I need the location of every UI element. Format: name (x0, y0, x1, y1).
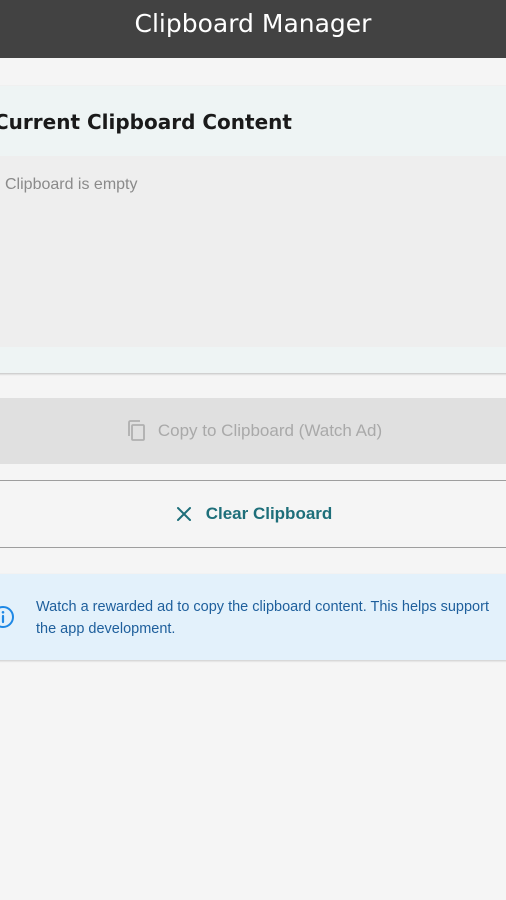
clipboard-content-area: Clipboard is empty (0, 156, 506, 347)
close-icon (176, 506, 192, 522)
clipboard-content-text: Clipboard is empty (5, 176, 138, 193)
info-banner-text: Watch a rewarded ad to copy the clipboar… (36, 599, 489, 637)
card-title: Current Clipboard Content (0, 110, 292, 134)
copy-button-label: Copy to Clipboard (Watch Ad) (157, 421, 383, 440)
app-title: Clipboard Manager (134, 8, 372, 38)
app-bar: Clipboard Manager (0, 0, 506, 58)
info-banner: Watch a rewarded ad to copy the clipboar… (0, 574, 506, 660)
copy-to-clipboard-button[interactable]: Copy to Clipboard (Watch Ad) (0, 398, 506, 464)
copy-icon (126, 419, 148, 443)
clipboard-card: Current Clipboard Content Clipboard is e… (0, 86, 506, 373)
clear-clipboard-button[interactable]: Clear Clipboard (0, 480, 506, 548)
info-icon (0, 605, 15, 629)
clear-button-label: Clear Clipboard (205, 504, 333, 523)
